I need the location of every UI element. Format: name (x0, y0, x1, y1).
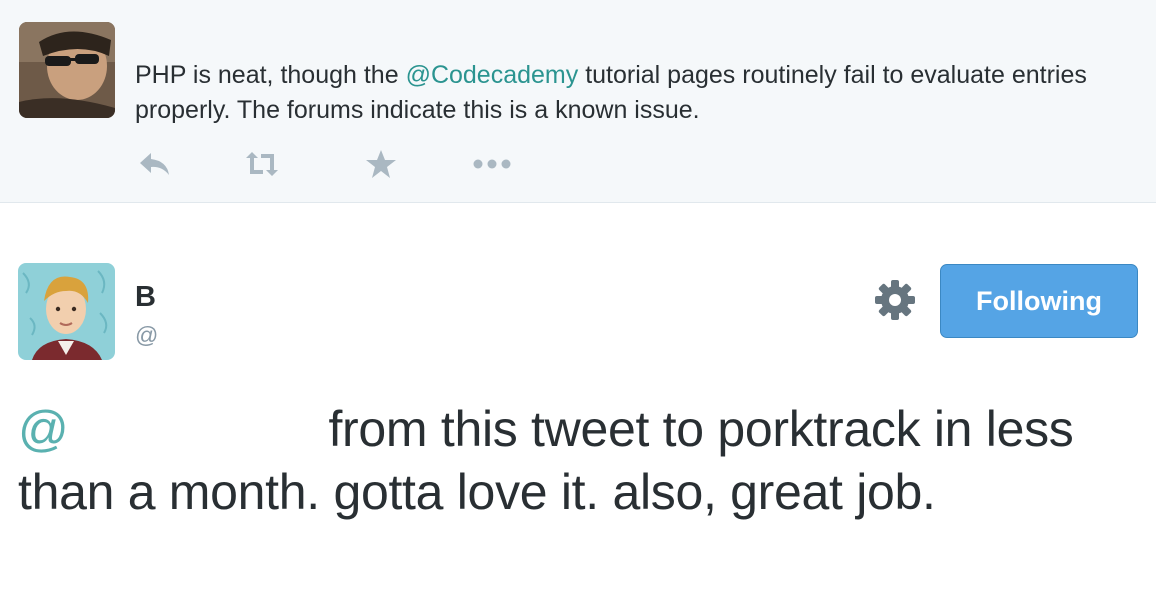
settings-button[interactable] (874, 279, 916, 321)
favorite-icon (366, 150, 396, 178)
context-author-avatar[interactable] (19, 22, 115, 118)
tweet-text: @ from this tweet to porktrack in less th… (18, 401, 1074, 520)
more-button[interactable] (472, 146, 512, 182)
retweet-icon (246, 152, 278, 176)
author-name[interactable]: B (135, 280, 156, 314)
author-handle[interactable]: @ (135, 322, 158, 348)
reply-icon (140, 153, 169, 175)
codecademy-mention-link[interactable]: @Codecademy (406, 61, 579, 89)
more-icon (473, 159, 511, 169)
reply-context-tweet: PHP is neat, though the @Codecademy tuto… (0, 0, 1156, 203)
reply-button[interactable] (135, 146, 175, 182)
favorite-button[interactable] (361, 146, 401, 182)
gear-icon (875, 280, 915, 320)
context-tweet-text: PHP is neat, though the @Codecademy tuto… (135, 61, 1087, 124)
author-avatar[interactable] (18, 263, 115, 360)
retweet-button[interactable] (242, 146, 282, 182)
tweet-mention-link[interactable]: @ (18, 401, 69, 457)
following-button[interactable]: Following (940, 264, 1138, 338)
